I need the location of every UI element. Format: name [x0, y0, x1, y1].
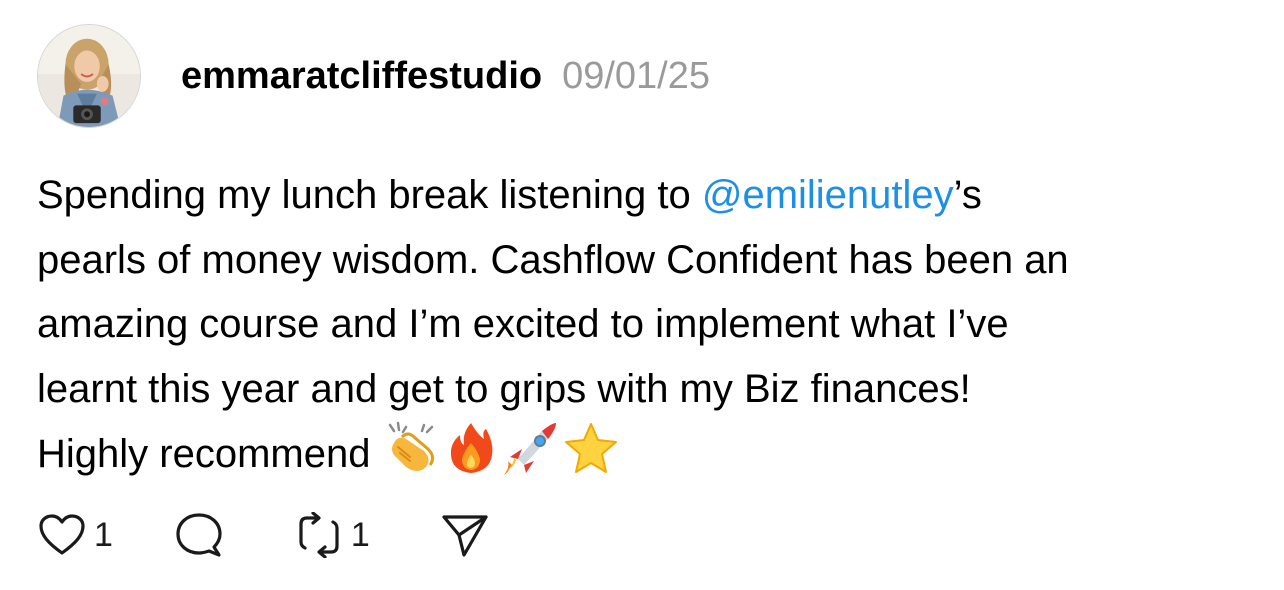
like-button[interactable]: 1 — [38, 513, 113, 557]
post-text-line: Spending my lunch break listening to @em… — [37, 163, 1252, 228]
avatar[interactable] — [37, 24, 141, 128]
star-icon — [565, 423, 618, 473]
like-count: 1 — [94, 515, 113, 554]
repost-icon — [299, 512, 339, 558]
post-actions: 1 1 — [38, 510, 490, 560]
thread-post: emmaratcliffestudio 09/01/25 Spending my… — [0, 0, 1284, 590]
emoji-row — [384, 421, 618, 475]
post-text-line: pearls of money wisdom. Cashflow Confide… — [37, 237, 1069, 282]
rocket-icon — [504, 423, 557, 475]
post-text: Highly recommend — [37, 432, 371, 476]
post-text-line: amazing course and I’m excited to implem… — [37, 302, 1009, 346]
username[interactable]: emmaratcliffestudio — [181, 55, 542, 98]
mention-link[interactable]: @emilienutley — [702, 173, 954, 217]
comment-bubble-icon — [176, 513, 222, 557]
post-header: emmaratcliffestudio 09/01/25 — [181, 55, 710, 99]
post-text-line: Highly recommend — [37, 421, 1252, 487]
post-date: 09/01/25 — [562, 55, 711, 97]
share-button[interactable] — [440, 511, 490, 559]
repost-button[interactable]: 1 — [295, 512, 370, 558]
reply-button[interactable] — [175, 512, 223, 558]
post-text-line: learnt this year and get to grips with m… — [37, 366, 971, 411]
clapping-hands-icon — [389, 421, 435, 471]
post-text: Spending my lunch break listening to — [37, 173, 702, 217]
avatar-photo-icon — [38, 25, 140, 127]
post-body: Spending my lunch break listening to @em… — [37, 163, 1252, 487]
repost-count: 1 — [350, 515, 370, 554]
post-text: ’s — [953, 173, 982, 217]
fire-icon — [451, 423, 493, 473]
heart-icon — [39, 514, 85, 555]
send-icon — [442, 515, 488, 557]
